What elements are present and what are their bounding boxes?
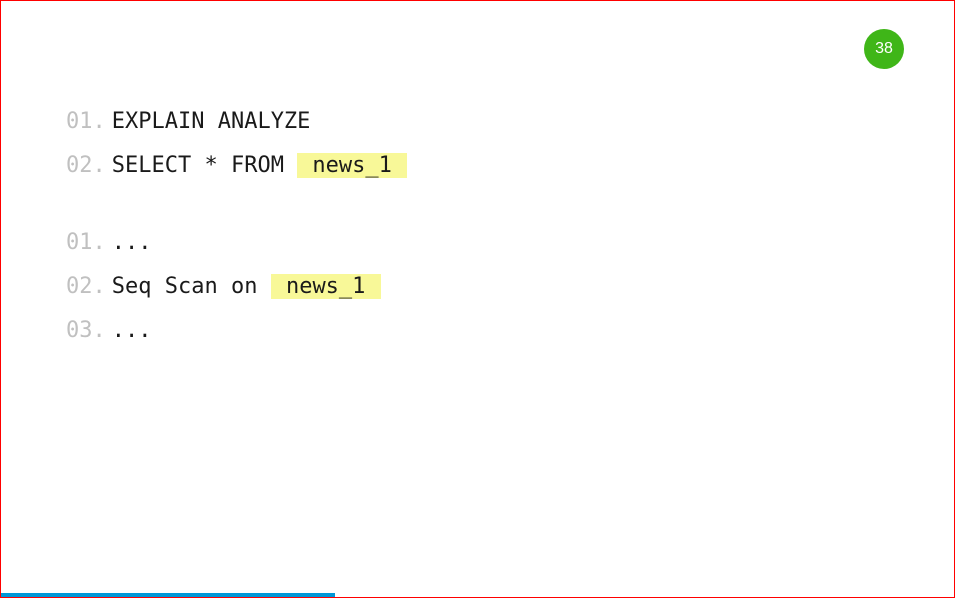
code-block-query: 01. EXPLAIN ANALYZE 02. SELECT * FROM news_… bbox=[66, 111, 889, 177]
line-number: 03. bbox=[66, 320, 106, 342]
code-text: EXPLAIN ANALYZE bbox=[112, 111, 311, 133]
page-number-badge: 38 bbox=[864, 29, 904, 69]
code-line: 03.... bbox=[66, 320, 889, 342]
page-number-text: 38 bbox=[875, 40, 893, 58]
code-line: 02. SELECT * FROM news_1 bbox=[66, 155, 889, 177]
line-number: 02. bbox=[66, 155, 106, 177]
code-line: 02. Seq Scan on news_1 bbox=[66, 276, 889, 298]
code-text: SELECT * FROM news_1 bbox=[112, 155, 407, 177]
line-number: 01. bbox=[66, 232, 106, 254]
plain-text: SELECT * FROM bbox=[112, 153, 297, 178]
progress-bar bbox=[1, 593, 335, 597]
plain-text: Seq Scan on bbox=[112, 274, 271, 299]
line-number: 02. bbox=[66, 276, 106, 298]
plain-text: ... bbox=[112, 230, 152, 255]
code-text: ... bbox=[112, 232, 152, 254]
slide-content: 01. EXPLAIN ANALYZE 02. SELECT * FROM news_… bbox=[66, 111, 889, 397]
code-text: Seq Scan on news_1 bbox=[112, 276, 381, 298]
code-line: 01. EXPLAIN ANALYZE bbox=[66, 111, 889, 133]
plain-text: ... bbox=[112, 318, 152, 343]
highlighted-text: news_1 bbox=[271, 274, 381, 299]
code-block-output: 01.... 02. Seq Scan on news_1 03.... bbox=[66, 232, 889, 342]
code-text: ... bbox=[112, 320, 152, 342]
highlighted-text: news_1 bbox=[297, 153, 407, 178]
plain-text: EXPLAIN ANALYZE bbox=[112, 109, 311, 134]
line-number: 01. bbox=[66, 111, 106, 133]
code-line: 01.... bbox=[66, 232, 889, 254]
